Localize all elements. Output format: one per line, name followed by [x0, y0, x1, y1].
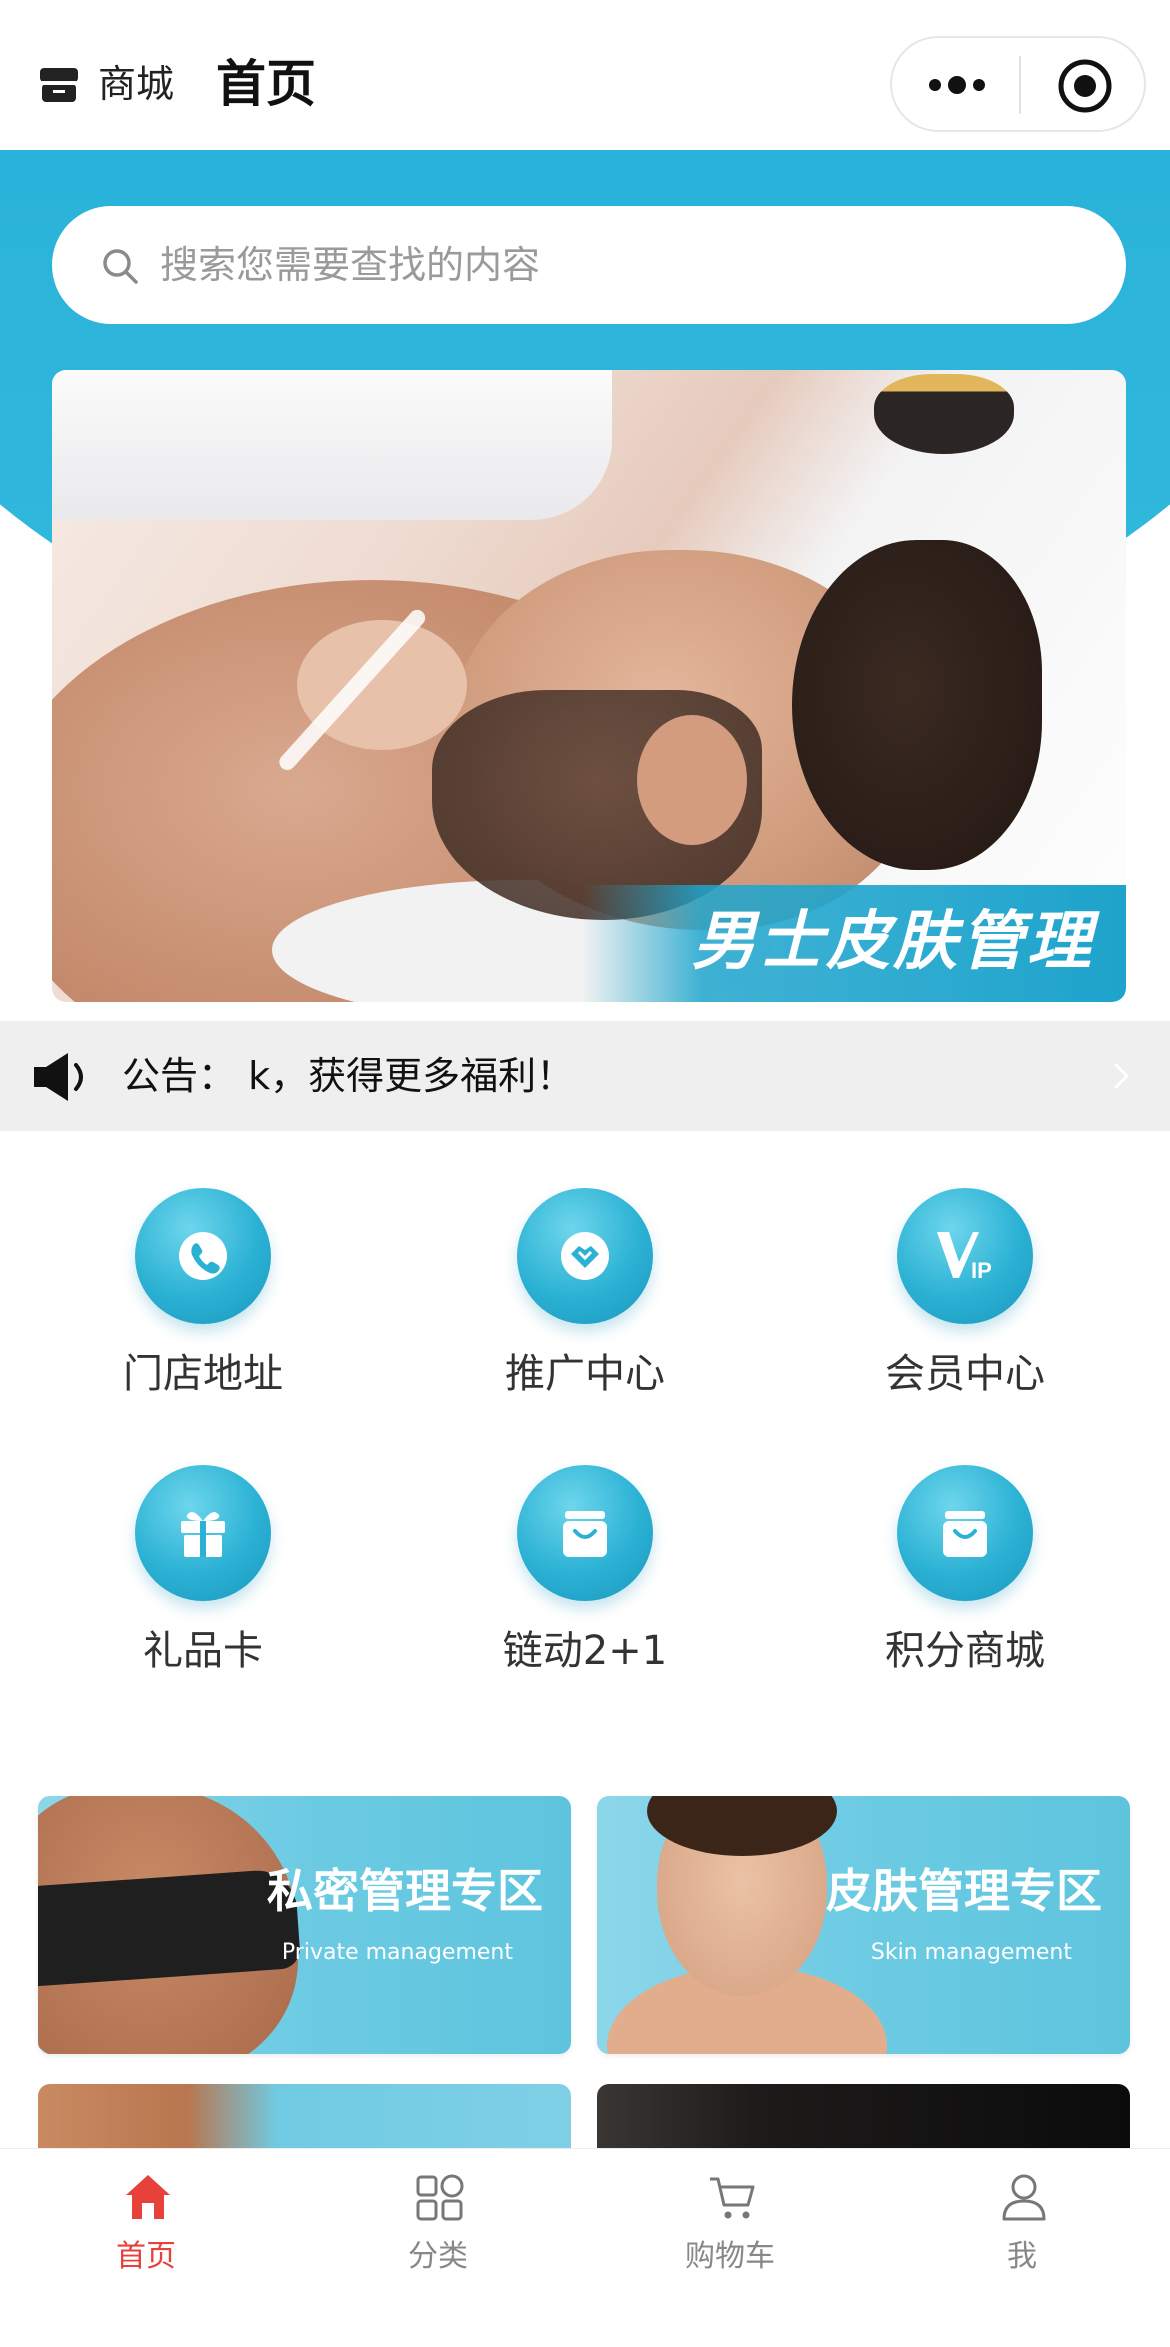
- shortcut-label: 链动2+1: [502, 1628, 668, 1674]
- notice-bar[interactable]: 公告： k，获得更多福利！: [0, 1021, 1170, 1131]
- tab-me[interactable]: 我: [876, 2171, 1168, 2311]
- more-icon[interactable]: [927, 72, 987, 98]
- vip-icon: IP: [897, 1188, 1033, 1324]
- search-icon: [103, 249, 138, 284]
- tab-label: 首页: [116, 2239, 176, 2274]
- user-icon: [1002, 2174, 1046, 2221]
- close-target-icon[interactable]: [1057, 58, 1113, 114]
- handshake-icon: [517, 1188, 653, 1324]
- card-partial-left[interactable]: [38, 2084, 571, 2154]
- shortcut-label: 礼品卡: [143, 1628, 263, 1674]
- tab-home[interactable]: 首页: [0, 2171, 292, 2311]
- nav-header: 商城 首页: [0, 0, 1170, 150]
- card-private-management[interactable]: 私密管理专区 Private management: [38, 1796, 571, 2054]
- shortcut-store-address[interactable]: 门店地址: [73, 1188, 333, 1428]
- store-label[interactable]: 商城: [98, 60, 174, 108]
- notice-text: 公告： k，获得更多福利！: [122, 1054, 575, 1098]
- tab-category[interactable]: 分类: [292, 2171, 584, 2311]
- cart-icon: [710, 2177, 755, 2219]
- phone-icon: [135, 1188, 271, 1324]
- promo-banner[interactable]: 男士皮肤管理: [52, 370, 1126, 1002]
- home-icon: [126, 2175, 170, 2219]
- store-icon: [40, 68, 78, 102]
- shortcut-member-center[interactable]: IP 会员中心: [835, 1188, 1095, 1428]
- card-title: 私密管理专区: [267, 1864, 543, 1918]
- mini-program-capsule: [890, 36, 1146, 132]
- card-skin-management[interactable]: 皮肤管理专区 Skin management: [597, 1796, 1130, 2054]
- banner-title: 男士皮肤管理: [692, 905, 1094, 979]
- search-placeholder: 搜索您需要查找的内容: [160, 243, 541, 287]
- page-title: 首页: [216, 55, 316, 113]
- shortcut-gift-card[interactable]: 礼品卡: [73, 1465, 333, 1705]
- shortcut-label: 积分商城: [885, 1628, 1045, 1674]
- card-subtitle: Private management: [281, 1940, 513, 1965]
- shortcut-label: 门店地址: [123, 1351, 283, 1397]
- svg-text:IP: IP: [971, 1258, 992, 1283]
- shortcut-label: 推广中心: [505, 1351, 665, 1397]
- shortcut-chain-2-plus-1[interactable]: 链动2+1: [455, 1465, 715, 1705]
- tab-label: 我: [1007, 2239, 1037, 2274]
- card-partial-right[interactable]: [597, 2084, 1130, 2154]
- search-input[interactable]: 搜索您需要查找的内容: [52, 206, 1126, 324]
- shopping-bag-icon: [517, 1465, 653, 1601]
- category-icon: [416, 2174, 464, 2221]
- card-subtitle: Skin management: [870, 1940, 1072, 1965]
- tab-label: 购物车: [685, 2239, 775, 2274]
- tab-cart[interactable]: 购物车: [584, 2171, 876, 2311]
- card-title: 皮肤管理专区: [826, 1864, 1102, 1918]
- shortcut-promotion-center[interactable]: 推广中心: [455, 1188, 715, 1428]
- tab-label: 分类: [408, 2239, 468, 2274]
- chevron-right-icon: [1113, 1062, 1130, 1090]
- shortcut-points-mall[interactable]: 积分商城: [835, 1465, 1095, 1705]
- bottom-tab-bar: 首页 分类 购物车 我: [0, 2148, 1170, 2347]
- shopping-bag-icon: [897, 1465, 1033, 1601]
- capsule-divider: [1019, 56, 1021, 114]
- speaker-icon: [34, 1053, 83, 1101]
- gift-icon: [135, 1465, 271, 1601]
- shortcut-label: 会员中心: [885, 1351, 1045, 1397]
